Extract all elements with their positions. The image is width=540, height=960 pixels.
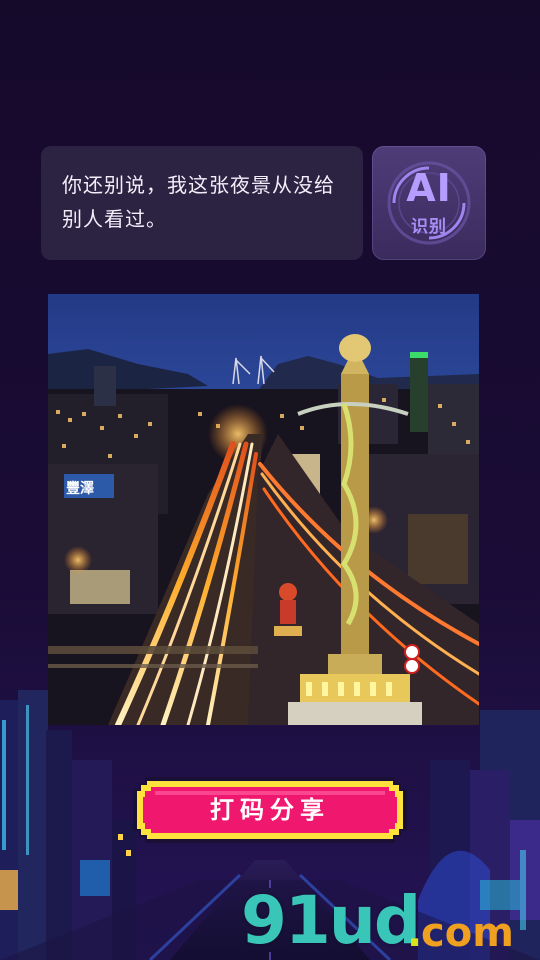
chat-bubble: 你还别说，我这张夜景从没给别人看过。 — [41, 146, 363, 260]
sign-text: 豐澤 — [66, 480, 94, 497]
ai-sublabel: 识别 — [411, 217, 447, 237]
watermark-dot: . — [407, 910, 423, 956]
chat-message: 你还别说，我这张夜景从没给别人看过。 — [62, 173, 335, 231]
watermark-suffix: com — [421, 910, 514, 956]
ai-recognition-button[interactable]: AI 识别 — [372, 146, 486, 260]
ai-label: AI — [406, 166, 452, 210]
night-city-photo[interactable]: 豐澤 — [48, 294, 479, 725]
share-button-label: 打码分享 — [210, 796, 330, 824]
photo-image: 豐澤 — [48, 294, 479, 725]
watermark-main: 91ud — [241, 882, 421, 959]
site-watermark: 91ud . com — [241, 880, 540, 960]
blur-share-button[interactable]: 打码分享 — [133, 777, 407, 843]
